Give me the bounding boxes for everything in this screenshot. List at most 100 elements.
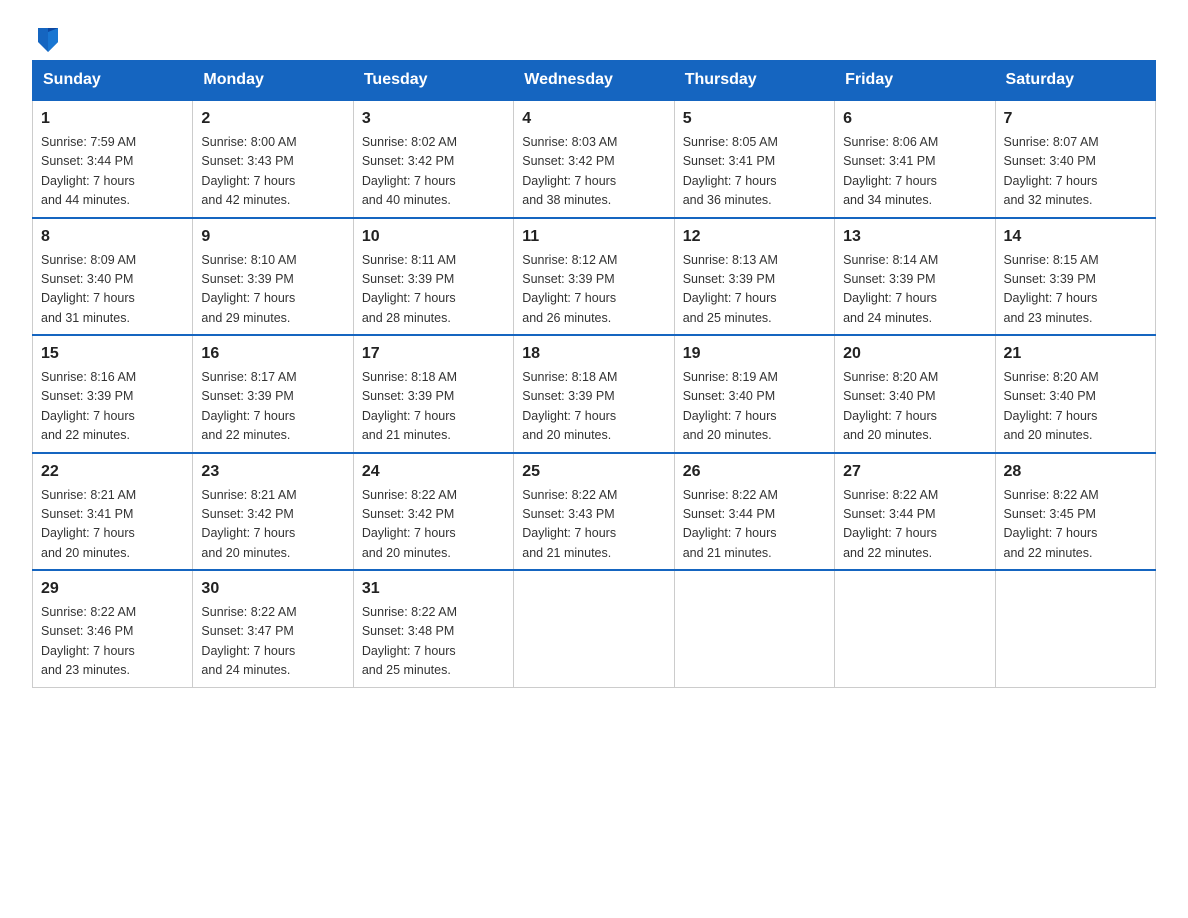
calendar-day-cell: 26Sunrise: 8:22 AMSunset: 3:44 PMDayligh… <box>674 453 834 571</box>
calendar-day-cell: 8Sunrise: 8:09 AMSunset: 3:40 PMDaylight… <box>33 218 193 336</box>
day-info: Sunrise: 8:13 AMSunset: 3:39 PMDaylight:… <box>683 251 826 329</box>
day-info: Sunrise: 8:17 AMSunset: 3:39 PMDaylight:… <box>201 368 344 446</box>
day-of-week-header: Friday <box>835 61 995 101</box>
calendar-day-cell: 25Sunrise: 8:22 AMSunset: 3:43 PMDayligh… <box>514 453 674 571</box>
calendar-day-cell: 23Sunrise: 8:21 AMSunset: 3:42 PMDayligh… <box>193 453 353 571</box>
calendar-day-cell: 4Sunrise: 8:03 AMSunset: 3:42 PMDaylight… <box>514 100 674 218</box>
day-info: Sunrise: 8:21 AMSunset: 3:42 PMDaylight:… <box>201 486 344 564</box>
day-info: Sunrise: 8:22 AMSunset: 3:43 PMDaylight:… <box>522 486 665 564</box>
day-info: Sunrise: 8:22 AMSunset: 3:47 PMDaylight:… <box>201 603 344 681</box>
calendar-day-cell: 28Sunrise: 8:22 AMSunset: 3:45 PMDayligh… <box>995 453 1155 571</box>
calendar-day-cell: 31Sunrise: 8:22 AMSunset: 3:48 PMDayligh… <box>353 570 513 687</box>
day-info: Sunrise: 8:00 AMSunset: 3:43 PMDaylight:… <box>201 133 344 211</box>
day-number: 19 <box>683 342 826 366</box>
day-info: Sunrise: 8:22 AMSunset: 3:48 PMDaylight:… <box>362 603 505 681</box>
day-number: 14 <box>1004 225 1147 249</box>
calendar-week-row: 22Sunrise: 8:21 AMSunset: 3:41 PMDayligh… <box>33 453 1156 571</box>
calendar-header-row: SundayMondayTuesdayWednesdayThursdayFrid… <box>33 61 1156 101</box>
day-number: 1 <box>41 107 184 131</box>
calendar-day-cell <box>514 570 674 687</box>
day-number: 11 <box>522 225 665 249</box>
day-info: Sunrise: 8:22 AMSunset: 3:46 PMDaylight:… <box>41 603 184 681</box>
day-info: Sunrise: 8:21 AMSunset: 3:41 PMDaylight:… <box>41 486 184 564</box>
day-number: 13 <box>843 225 986 249</box>
calendar-day-cell: 10Sunrise: 8:11 AMSunset: 3:39 PMDayligh… <box>353 218 513 336</box>
day-info: Sunrise: 8:22 AMSunset: 3:44 PMDaylight:… <box>683 486 826 564</box>
day-info: Sunrise: 8:19 AMSunset: 3:40 PMDaylight:… <box>683 368 826 446</box>
day-info: Sunrise: 8:05 AMSunset: 3:41 PMDaylight:… <box>683 133 826 211</box>
day-number: 10 <box>362 225 505 249</box>
day-of-week-header: Saturday <box>995 61 1155 101</box>
day-info: Sunrise: 8:10 AMSunset: 3:39 PMDaylight:… <box>201 251 344 329</box>
day-number: 27 <box>843 460 986 484</box>
calendar-day-cell <box>674 570 834 687</box>
calendar-week-row: 8Sunrise: 8:09 AMSunset: 3:40 PMDaylight… <box>33 218 1156 336</box>
calendar-day-cell: 19Sunrise: 8:19 AMSunset: 3:40 PMDayligh… <box>674 335 834 453</box>
calendar-day-cell: 11Sunrise: 8:12 AMSunset: 3:39 PMDayligh… <box>514 218 674 336</box>
day-number: 25 <box>522 460 665 484</box>
calendar-day-cell: 7Sunrise: 8:07 AMSunset: 3:40 PMDaylight… <box>995 100 1155 218</box>
calendar-day-cell: 21Sunrise: 8:20 AMSunset: 3:40 PMDayligh… <box>995 335 1155 453</box>
day-number: 9 <box>201 225 344 249</box>
calendar-day-cell: 2Sunrise: 8:00 AMSunset: 3:43 PMDaylight… <box>193 100 353 218</box>
day-info: Sunrise: 8:22 AMSunset: 3:42 PMDaylight:… <box>362 486 505 564</box>
day-info: Sunrise: 8:18 AMSunset: 3:39 PMDaylight:… <box>362 368 505 446</box>
calendar-day-cell: 27Sunrise: 8:22 AMSunset: 3:44 PMDayligh… <box>835 453 995 571</box>
calendar-table: SundayMondayTuesdayWednesdayThursdayFrid… <box>32 60 1156 688</box>
calendar-day-cell <box>835 570 995 687</box>
day-info: Sunrise: 8:22 AMSunset: 3:45 PMDaylight:… <box>1004 486 1147 564</box>
day-info: Sunrise: 8:20 AMSunset: 3:40 PMDaylight:… <box>843 368 986 446</box>
day-info: Sunrise: 7:59 AMSunset: 3:44 PMDaylight:… <box>41 133 184 211</box>
day-info: Sunrise: 8:07 AMSunset: 3:40 PMDaylight:… <box>1004 133 1147 211</box>
day-info: Sunrise: 8:06 AMSunset: 3:41 PMDaylight:… <box>843 133 986 211</box>
calendar-day-cell: 24Sunrise: 8:22 AMSunset: 3:42 PMDayligh… <box>353 453 513 571</box>
day-number: 29 <box>41 577 184 601</box>
day-number: 8 <box>41 225 184 249</box>
day-number: 15 <box>41 342 184 366</box>
logo <box>32 24 64 52</box>
day-number: 20 <box>843 342 986 366</box>
day-of-week-header: Sunday <box>33 61 193 101</box>
calendar-day-cell: 29Sunrise: 8:22 AMSunset: 3:46 PMDayligh… <box>33 570 193 687</box>
day-number: 24 <box>362 460 505 484</box>
day-number: 21 <box>1004 342 1147 366</box>
calendar-day-cell: 12Sunrise: 8:13 AMSunset: 3:39 PMDayligh… <box>674 218 834 336</box>
calendar-day-cell: 22Sunrise: 8:21 AMSunset: 3:41 PMDayligh… <box>33 453 193 571</box>
calendar-day-cell: 17Sunrise: 8:18 AMSunset: 3:39 PMDayligh… <box>353 335 513 453</box>
calendar-day-cell <box>995 570 1155 687</box>
day-number: 5 <box>683 107 826 131</box>
page-header <box>32 24 1156 52</box>
calendar-day-cell: 15Sunrise: 8:16 AMSunset: 3:39 PMDayligh… <box>33 335 193 453</box>
calendar-day-cell: 14Sunrise: 8:15 AMSunset: 3:39 PMDayligh… <box>995 218 1155 336</box>
day-info: Sunrise: 8:20 AMSunset: 3:40 PMDaylight:… <box>1004 368 1147 446</box>
calendar-day-cell: 9Sunrise: 8:10 AMSunset: 3:39 PMDaylight… <box>193 218 353 336</box>
day-info: Sunrise: 8:12 AMSunset: 3:39 PMDaylight:… <box>522 251 665 329</box>
calendar-day-cell: 30Sunrise: 8:22 AMSunset: 3:47 PMDayligh… <box>193 570 353 687</box>
calendar-week-row: 29Sunrise: 8:22 AMSunset: 3:46 PMDayligh… <box>33 570 1156 687</box>
day-of-week-header: Tuesday <box>353 61 513 101</box>
day-number: 7 <box>1004 107 1147 131</box>
day-info: Sunrise: 8:11 AMSunset: 3:39 PMDaylight:… <box>362 251 505 329</box>
day-number: 3 <box>362 107 505 131</box>
day-info: Sunrise: 8:15 AMSunset: 3:39 PMDaylight:… <box>1004 251 1147 329</box>
day-info: Sunrise: 8:16 AMSunset: 3:39 PMDaylight:… <box>41 368 184 446</box>
day-info: Sunrise: 8:09 AMSunset: 3:40 PMDaylight:… <box>41 251 184 329</box>
calendar-day-cell: 1Sunrise: 7:59 AMSunset: 3:44 PMDaylight… <box>33 100 193 218</box>
calendar-day-cell: 20Sunrise: 8:20 AMSunset: 3:40 PMDayligh… <box>835 335 995 453</box>
calendar-day-cell: 6Sunrise: 8:06 AMSunset: 3:41 PMDaylight… <box>835 100 995 218</box>
day-number: 12 <box>683 225 826 249</box>
day-of-week-header: Thursday <box>674 61 834 101</box>
day-info: Sunrise: 8:02 AMSunset: 3:42 PMDaylight:… <box>362 133 505 211</box>
day-number: 23 <box>201 460 344 484</box>
calendar-week-row: 1Sunrise: 7:59 AMSunset: 3:44 PMDaylight… <box>33 100 1156 218</box>
day-number: 2 <box>201 107 344 131</box>
day-number: 17 <box>362 342 505 366</box>
logo-icon <box>34 24 62 52</box>
day-number: 22 <box>41 460 184 484</box>
calendar-day-cell: 18Sunrise: 8:18 AMSunset: 3:39 PMDayligh… <box>514 335 674 453</box>
day-info: Sunrise: 8:14 AMSunset: 3:39 PMDaylight:… <box>843 251 986 329</box>
day-info: Sunrise: 8:22 AMSunset: 3:44 PMDaylight:… <box>843 486 986 564</box>
calendar-day-cell: 16Sunrise: 8:17 AMSunset: 3:39 PMDayligh… <box>193 335 353 453</box>
calendar-day-cell: 13Sunrise: 8:14 AMSunset: 3:39 PMDayligh… <box>835 218 995 336</box>
day-number: 26 <box>683 460 826 484</box>
